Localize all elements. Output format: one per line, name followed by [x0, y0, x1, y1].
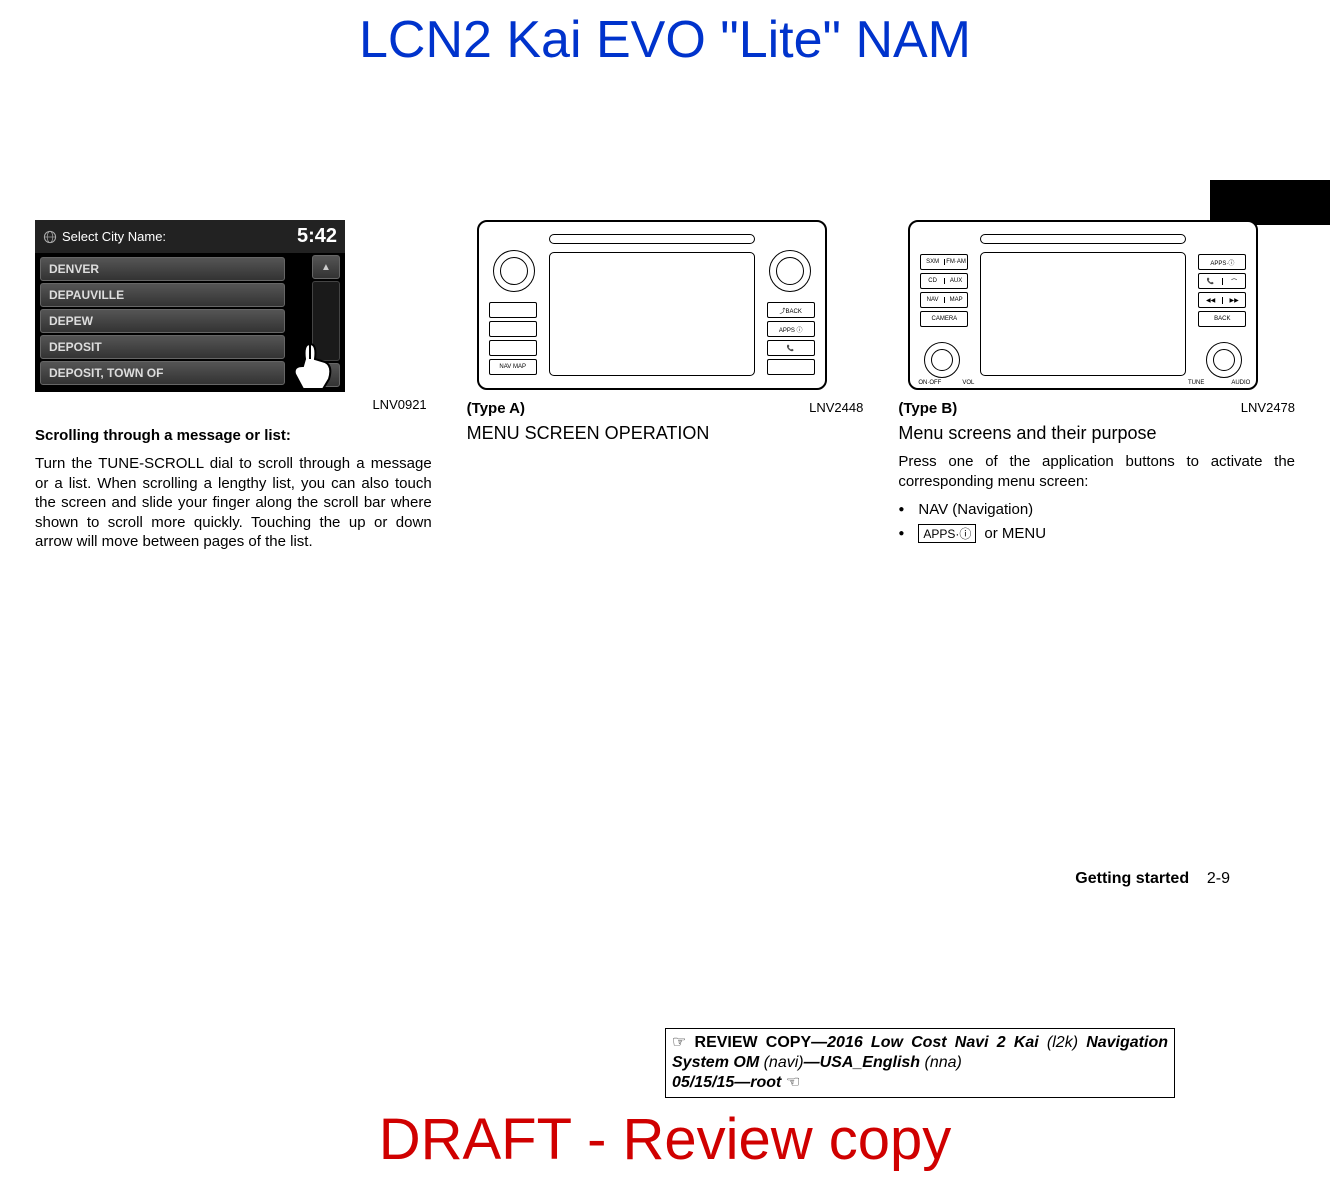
pointer-right-icon: ☞	[672, 1034, 695, 1051]
unit-button	[489, 340, 537, 356]
review-line1-ital: 2016 Low Cost Navi 2 Kai	[827, 1034, 1047, 1051]
nav-map-button: NAV MAP	[489, 359, 537, 375]
apps-button: APPS·ⓘ	[1198, 254, 1246, 270]
draft-watermark: DRAFT - Review copy	[0, 1106, 1330, 1173]
figure-head-unit-type-a: NAV MAP ⤴BACK APPS ⓘ 📞	[477, 220, 827, 390]
main-content: Select City Name: 5:42 DENVER DEPAUVILLE…	[0, 220, 1330, 552]
list-item[interactable]: DEPOSIT, TOWN OF	[40, 361, 285, 385]
left-button-group: NAV MAP	[489, 302, 537, 375]
scroll-up-button[interactable]: ▲	[312, 255, 340, 279]
col1-subheading: Scrolling through a message or list:	[35, 427, 432, 444]
back-button: ⤴BACK	[767, 302, 815, 318]
apps-info-tag: APPS·ⓘ	[918, 524, 976, 543]
apps-button: APPS ⓘ	[767, 321, 815, 337]
unit-screen	[980, 252, 1186, 376]
screenshot-title-text: Select City Name:	[62, 229, 166, 244]
bullet-item-apps-suffix: or MENU	[984, 525, 1046, 542]
col3-heading: Menu screens and their purpose	[898, 423, 1295, 444]
figure-3-caption-row: (Type B) LNV2478	[898, 400, 1295, 417]
unit-screen	[549, 252, 755, 376]
right-button-group: APPS·ⓘ 📞⌒ ◀◀▶▶ BACK	[1198, 254, 1246, 327]
screenshot-header: Select City Name: 5:42	[35, 220, 345, 253]
phone-button: 📞⌒	[1198, 273, 1246, 289]
column-3: ON·OFF VOL TUNE AUDIO SXMFM·AM CDAUX NAV…	[898, 220, 1295, 552]
list-item[interactable]: DENVER	[40, 257, 285, 281]
review-copy-box: ☞ REVIEW COPY—2016 Low Cost Navi 2 Kai (…	[665, 1028, 1175, 1098]
right-knob	[769, 250, 811, 292]
list-item[interactable]: DEPEW	[40, 309, 285, 333]
figure-2-caption-row: (Type A) LNV2448	[467, 400, 864, 417]
sxm-fmam-button: SXMFM·AM	[920, 254, 968, 270]
col3-bullet-list: NAV (Navigation) APPS·ⓘ or MENU	[898, 501, 1295, 543]
disc-slot	[549, 234, 755, 244]
back-button: BACK	[1198, 311, 1246, 327]
left-button-group: SXMFM·AM CDAUX NAVMAP CAMERA	[920, 254, 968, 327]
phone-button: 📞	[767, 340, 815, 356]
col3-body-text: Press one of the application buttons to …	[898, 452, 1295, 491]
disc-slot	[980, 234, 1186, 244]
knob-label-audio: AUDIO	[1231, 380, 1250, 386]
bullet-item-apps: APPS·ⓘ or MENU	[898, 524, 1295, 543]
footer-section-name: Getting started	[1075, 870, 1189, 887]
hand-pointer-icon	[275, 324, 345, 394]
cd-aux-button: CDAUX	[920, 273, 968, 289]
column-2: NAV MAP ⤴BACK APPS ⓘ 📞 (Type A) LNV2448 …	[467, 220, 864, 552]
right-knob	[1206, 342, 1242, 378]
figure-select-city-screenshot: Select City Name: 5:42 DENVER DEPAUVILLE…	[35, 220, 345, 392]
right-button-group: ⤴BACK APPS ⓘ 📞	[767, 302, 815, 375]
review-line4: 05/15/15—root	[672, 1074, 786, 1091]
knob-label-vol: VOL	[962, 380, 974, 386]
globe-icon	[43, 230, 57, 244]
review-line1-paren: (l2k)	[1047, 1034, 1078, 1051]
unit-button	[767, 359, 815, 375]
left-knob	[493, 250, 535, 292]
unit-button	[489, 321, 537, 337]
knob-label-tune: TUNE	[1188, 380, 1204, 386]
review-line2-bold2: —USA_English	[804, 1054, 920, 1071]
screenshot-clock: 5:42	[297, 225, 337, 248]
review-line1-bold: REVIEW COPY—	[695, 1034, 828, 1051]
col1-body-text: Turn the TUNE-SCROLL dial to scroll thro…	[35, 454, 432, 552]
screenshot-title: Select City Name:	[43, 225, 166, 248]
footer-section-page: Getting started 2-9	[1075, 870, 1230, 888]
unit-button	[489, 302, 537, 318]
pointer-left-icon: ☜	[786, 1074, 800, 1091]
col2-heading: MENU SCREEN OPERATION	[467, 423, 864, 444]
type-a-label: (Type A)	[467, 400, 525, 417]
column-1: Select City Name: 5:42 DENVER DEPAUVILLE…	[35, 220, 432, 552]
page-header-title: LCN2 Kai EVO "Lite" NAM	[0, 0, 1330, 100]
page-edge-tab	[1210, 180, 1330, 225]
figure-head-unit-type-b: ON·OFF VOL TUNE AUDIO SXMFM·AM CDAUX NAV…	[908, 220, 1258, 390]
bullet-item-nav: NAV (Navigation)	[898, 501, 1295, 518]
footer-page-number: 2-9	[1207, 870, 1230, 887]
list-item[interactable]: DEPOSIT	[40, 335, 285, 359]
figure-1-caption: LNV0921	[35, 397, 432, 412]
type-b-label: (Type B)	[898, 400, 957, 417]
left-knob	[924, 342, 960, 378]
knob-label-onoff: ON·OFF	[918, 380, 941, 386]
figure-2-code: LNV2448	[809, 400, 863, 417]
seek-button: ◀◀▶▶	[1198, 292, 1246, 308]
camera-button: CAMERA	[920, 311, 968, 327]
review-line2-ital: (navi)	[764, 1054, 804, 1071]
nav-map-button: NAVMAP	[920, 292, 968, 308]
figure-3-code: LNV2478	[1241, 400, 1295, 417]
review-line3: (nna)	[925, 1054, 962, 1071]
list-item[interactable]: DEPAUVILLE	[40, 283, 285, 307]
